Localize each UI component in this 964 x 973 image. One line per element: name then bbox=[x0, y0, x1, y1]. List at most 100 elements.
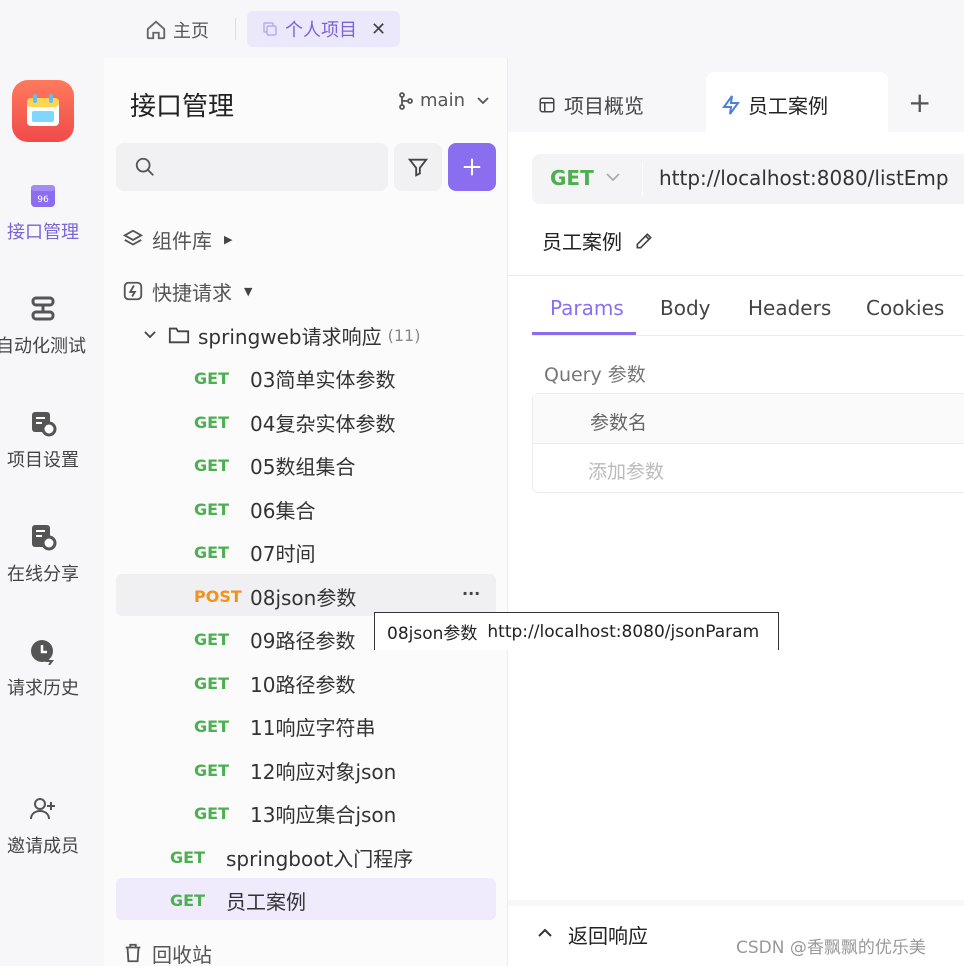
method-badge: GET bbox=[194, 542, 229, 562]
tab-body[interactable]: Body bbox=[660, 296, 711, 320]
list-item[interactable]: GET 04复杂实体参数 bbox=[194, 402, 395, 442]
branch-label: main bbox=[420, 90, 465, 111]
folder-row[interactable]: springweb请求响应 (11) bbox=[144, 315, 420, 355]
list-item[interactable]: GET 10路径参数 bbox=[194, 663, 355, 703]
tab-label: 项目概览 bbox=[564, 94, 644, 118]
method-badge: GET bbox=[170, 890, 205, 910]
list-item[interactable]: GET 06集合 bbox=[194, 489, 315, 529]
home-icon bbox=[145, 19, 167, 41]
request-name: 05数组集合 bbox=[250, 454, 356, 479]
server-icon bbox=[28, 294, 58, 324]
list-item[interactable]: GET 07时间 bbox=[194, 532, 315, 572]
chevron-up-icon bbox=[538, 928, 552, 937]
method-badge: GET bbox=[194, 368, 229, 388]
request-name: 13响应集合json bbox=[250, 802, 397, 827]
request-name: 员工案例 bbox=[226, 889, 306, 914]
chevron-down-icon bbox=[144, 331, 156, 339]
request-name: 11响应字符串 bbox=[250, 715, 376, 740]
method-badge: GET bbox=[194, 673, 229, 693]
request-name: 12响应对象json bbox=[250, 759, 397, 784]
rail-label: 在线分享 bbox=[7, 564, 79, 585]
left-rail: 96 接口管理 自动化测试 项目设置 在线分享 请求历史 邀请成员 bbox=[0, 58, 104, 966]
api-management-icon: 96 bbox=[28, 180, 58, 210]
search-icon bbox=[134, 156, 156, 178]
method-badge: GET bbox=[194, 499, 229, 519]
tooltip: 08json参数 http://localhost:8080/jsonParam bbox=[374, 612, 779, 650]
divider bbox=[235, 18, 236, 40]
rail-online-share[interactable]: 在线分享 bbox=[0, 522, 86, 586]
method-badge: GET bbox=[170, 847, 205, 867]
request-name-row: 员工案例 bbox=[542, 226, 654, 255]
list-item[interactable]: POST 08json参数 bbox=[194, 576, 356, 616]
home-tab-label: 主页 bbox=[173, 21, 209, 42]
url-bar: GET http://localhost:8080/listEmp bbox=[532, 154, 964, 204]
filter-button[interactable] bbox=[394, 143, 442, 191]
rail-api-management[interactable]: 96 接口管理 bbox=[0, 180, 86, 244]
quick-request-icon bbox=[122, 280, 144, 302]
tab-cookies[interactable]: Cookies bbox=[866, 296, 944, 320]
request-name: 10路径参数 bbox=[250, 672, 356, 697]
edit-icon[interactable] bbox=[634, 231, 654, 251]
folder-name: springweb请求响应 bbox=[198, 324, 382, 349]
request-name: 04复杂实体参数 bbox=[250, 411, 396, 436]
close-icon[interactable]: ✕ bbox=[371, 19, 386, 40]
chevron-down-icon bbox=[606, 173, 620, 182]
main-panel: 项目概览 员工案例 + GET http://localhost:8080/li… bbox=[508, 58, 964, 966]
list-item[interactable]: GET 03简单实体参数 bbox=[194, 358, 395, 398]
method-selector[interactable]: GET bbox=[550, 166, 594, 190]
request-name: 03简单实体参数 bbox=[250, 367, 396, 392]
folder-icon bbox=[168, 325, 190, 345]
tab-params[interactable]: Params bbox=[550, 296, 624, 320]
layers-icon bbox=[122, 228, 144, 250]
tab-label: 员工案例 bbox=[748, 94, 828, 118]
request-tab-bar: 项目概览 员工案例 + bbox=[508, 58, 964, 132]
new-tab-plus-icon[interactable]: + bbox=[908, 86, 931, 119]
lightning-icon bbox=[722, 94, 740, 115]
list-item[interactable]: GET 11响应字符串 bbox=[194, 706, 375, 746]
divider bbox=[642, 162, 643, 196]
branch-selector[interactable]: main bbox=[398, 90, 489, 111]
trash-icon bbox=[122, 942, 144, 964]
rail-automation-test[interactable]: 自动化测试 bbox=[0, 294, 86, 358]
recycle-bin[interactable]: 回收站 bbox=[122, 933, 212, 973]
list-item[interactable]: GET 09路径参数 bbox=[194, 619, 355, 659]
method-badge: POST bbox=[194, 586, 242, 606]
branch-icon bbox=[398, 91, 414, 110]
layout-icon bbox=[538, 96, 556, 114]
personal-project-tab[interactable]: 个人项目 ✕ bbox=[247, 11, 401, 47]
url-input[interactable]: http://localhost:8080/listEmp bbox=[659, 166, 949, 190]
divider bbox=[508, 275, 964, 276]
list-item[interactable]: GET 12响应对象json bbox=[194, 750, 396, 790]
search-input[interactable] bbox=[116, 143, 388, 191]
response-label: 返回响应 bbox=[568, 924, 648, 948]
query-params-title: Query 参数 bbox=[544, 364, 646, 386]
rail-project-settings[interactable]: 项目设置 bbox=[0, 408, 86, 472]
method-badge: GET bbox=[194, 716, 229, 736]
tab-employee-case[interactable]: 员工案例 bbox=[706, 72, 888, 132]
component-library-label: 组件库 bbox=[152, 228, 212, 253]
rail-label: 接口管理 bbox=[7, 222, 79, 243]
add-param-input[interactable]: 添加参数 bbox=[588, 457, 664, 484]
add-button[interactable] bbox=[448, 143, 496, 191]
top-bar: 主页 个人项目 ✕ bbox=[0, 0, 964, 58]
svg-text:96: 96 bbox=[37, 195, 49, 205]
list-item[interactable]: GET 13响应集合json bbox=[194, 793, 396, 833]
list-item[interactable]: GET springboot入门程序 bbox=[170, 837, 413, 877]
rail-request-history[interactable]: 请求历史 bbox=[0, 636, 86, 700]
quick-request-label: 快捷请求 bbox=[152, 280, 232, 305]
tab-headers[interactable]: Headers bbox=[748, 296, 831, 320]
list-item-selected[interactable]: GET 员工案例 bbox=[170, 880, 306, 920]
component-library[interactable]: 组件库 ▶ bbox=[122, 219, 232, 259]
plus-icon bbox=[461, 156, 483, 178]
quick-request[interactable]: 快捷请求 ▼ bbox=[122, 271, 252, 311]
method-badge: GET bbox=[194, 760, 229, 780]
home-tab[interactable]: 主页 bbox=[145, 16, 209, 44]
rail-label: 自动化测试 bbox=[0, 336, 86, 357]
more-options-icon[interactable]: ··· bbox=[462, 584, 480, 603]
rail-invite-member[interactable]: 邀请成员 bbox=[0, 794, 86, 858]
tab-project-overview[interactable]: 项目概览 bbox=[538, 90, 644, 119]
copy-icon bbox=[261, 20, 279, 38]
filter-icon bbox=[407, 156, 429, 178]
api-sidebar: 接口管理 main 组件库 ▶ 快捷请求 ▼ springweb请求响应 (11… bbox=[104, 58, 508, 967]
list-item[interactable]: GET 05数组集合 bbox=[194, 445, 355, 485]
